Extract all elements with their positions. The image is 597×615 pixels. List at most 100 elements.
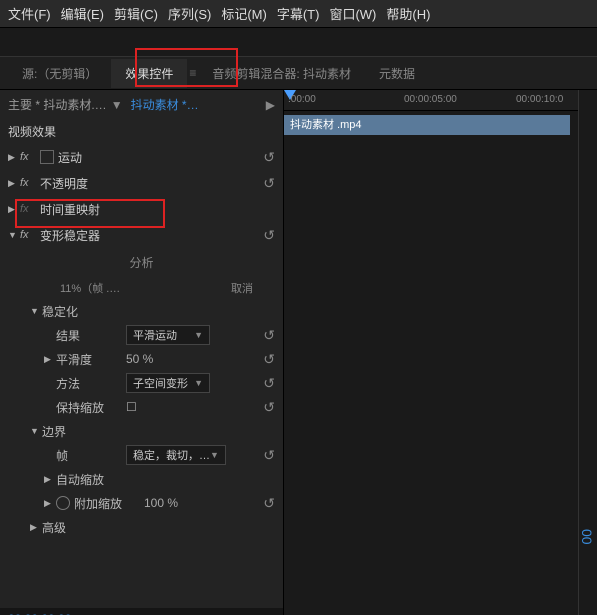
reset-icon[interactable]: ↺ <box>263 447 275 464</box>
cancel-button[interactable]: 取消 <box>231 280 253 296</box>
fx-badge: fx <box>20 177 40 189</box>
method-row: 方法 子空间变形▼ ↺ <box>0 371 283 395</box>
fx-warp-label: 变形稳定器 <box>40 227 263 244</box>
reset-icon[interactable]: ↺ <box>263 175 275 192</box>
tick-1: 00:00:05:00 <box>404 94 457 105</box>
stabilize-group[interactable]: ▼ 稳定化 <box>0 299 283 323</box>
tab-effect-controls[interactable]: 效果控件 <box>111 59 187 88</box>
advanced-group[interactable]: ▶ 高级 <box>0 515 283 539</box>
menu-edit[interactable]: 编辑(E) <box>61 4 104 23</box>
reset-icon[interactable]: ↺ <box>263 495 275 512</box>
fx-time-remap-row[interactable]: ▶ fx 时间重映射 <box>0 196 283 222</box>
stabilize-label: 稳定化 <box>42 303 112 320</box>
reset-icon[interactable]: ↺ <box>263 227 275 244</box>
frame-label: 帧 <box>56 447 126 464</box>
stopwatch-icon[interactable] <box>56 496 70 510</box>
expand-icon[interactable]: ▶ <box>30 522 42 533</box>
fx-badge: fx <box>20 203 40 215</box>
additional-scale-row: ▶ 附加缩放 100 % ↺ <box>0 491 283 515</box>
clip-area[interactable]: 抖动素材 .mp4 <box>284 111 578 615</box>
panel-tabs: 源:（无剪辑） 效果控件 ≡ 音频剪辑混合器: 抖动素材 元数据 <box>0 57 597 90</box>
source-header: 主要 * 抖动素材.… ▼ 抖动素材 *… ▶ <box>0 90 283 119</box>
reset-icon[interactable]: ↺ <box>263 375 275 392</box>
result-row: 结果 平滑运动▼ ↺ <box>0 323 283 347</box>
smoothness-row: ▶ 平滑度 50 % ↺ <box>0 347 283 371</box>
smoothness-label: 平滑度 <box>56 351 126 368</box>
side-label: 00 <box>579 529 595 545</box>
frame-dropdown[interactable]: 稳定，裁切，…▼ <box>126 445 263 465</box>
collapse-icon[interactable]: ▼ <box>30 306 42 316</box>
menu-file[interactable]: 文件(F) <box>8 4 51 23</box>
auto-scale-row[interactable]: ▶ 自动缩放 <box>0 467 283 491</box>
reset-icon[interactable]: ↺ <box>263 327 275 344</box>
method-dropdown[interactable]: 子空间变形▼ <box>126 373 263 393</box>
fx-motion-row[interactable]: ▶ fx 运动 ↺ <box>0 144 283 170</box>
reset-icon[interactable]: ↺ <box>263 399 275 416</box>
menu-subtitle[interactable]: 字幕(T) <box>277 4 320 23</box>
effect-controls-timeline: :00:00 00:00:05:00 00:00:10:0 抖动素材 .mp4 <box>284 90 578 615</box>
top-strip <box>0 28 597 57</box>
reset-icon[interactable]: ↺ <box>263 149 275 166</box>
reset-icon[interactable]: ↺ <box>263 351 275 368</box>
expand-icon[interactable]: ▶ <box>8 178 20 189</box>
preserve-scale-label: 保持缩放 <box>56 399 126 416</box>
tick-2: 00:00:10:0 <box>516 94 563 105</box>
method-label: 方法 <box>56 375 126 392</box>
video-effects-header: 视频效果 <box>0 119 283 144</box>
source-link[interactable]: 抖动素材 *… <box>131 96 199 113</box>
expand-icon[interactable]: ▶ <box>44 498 56 509</box>
expand-icon[interactable]: ▶ <box>44 474 56 485</box>
collapse-icon[interactable]: ▼ <box>30 426 42 436</box>
timeline-ruler[interactable]: :00:00 00:00:05:00 00:00:10:0 <box>284 90 578 111</box>
menu-sequence[interactable]: 序列(S) <box>168 4 211 23</box>
menu-help[interactable]: 帮助(H) <box>386 4 430 23</box>
collapse-icon[interactable]: ▼ <box>8 230 20 240</box>
preserve-scale-checkbox[interactable]: ☐ <box>126 400 263 414</box>
tab-source[interactable]: 源:（无剪辑） <box>8 59 111 88</box>
expand-icon[interactable]: ▶ <box>8 152 20 163</box>
menu-bar: 文件(F) 编辑(E) 剪辑(C) 序列(S) 标记(M) 字幕(T) 窗口(W… <box>0 0 597 28</box>
frame-row: 帧 稳定，裁切，…▼ ↺ <box>0 443 283 467</box>
play-icon[interactable]: ▶ <box>266 98 275 112</box>
result-label: 结果 <box>56 327 126 344</box>
expand-icon[interactable]: ▶ <box>44 354 56 365</box>
right-gutter: 00 <box>578 90 597 615</box>
chevron-down-icon: ▼ <box>194 378 203 388</box>
tick-0: :00:00 <box>288 94 316 105</box>
menu-window[interactable]: 窗口(W) <box>329 4 376 23</box>
analyze-button[interactable]: 分析 <box>119 252 163 273</box>
fx-time-remap-label: 时间重映射 <box>40 201 283 218</box>
fx-motion-label: 运动 <box>58 149 263 166</box>
border-label: 边界 <box>42 423 112 440</box>
border-group[interactable]: ▼ 边界 <box>0 419 283 443</box>
result-dropdown[interactable]: 平滑运动▼ <box>126 325 263 345</box>
smoothness-value[interactable]: 50 % <box>126 352 263 366</box>
effect-controls-left: 主要 * 抖动素材.… ▼ 抖动素材 *… ▶ 视频效果 ▶ fx 运动 ↺ ▶… <box>0 90 284 615</box>
menu-clip[interactable]: 剪辑(C) <box>114 4 158 23</box>
analyze-row: 分析 <box>0 248 283 277</box>
fx-badge: fx <box>20 151 40 163</box>
additional-scale-label: 附加缩放 <box>74 495 144 512</box>
dropdown-arrow-icon[interactable]: ▼ <box>111 98 123 112</box>
additional-scale-value[interactable]: 100 % <box>144 496 263 510</box>
fx-badge: fx <box>20 229 40 241</box>
fx-opacity-label: 不透明度 <box>40 175 263 192</box>
source-prefix: 主要 * 抖动素材.… <box>8 96 107 113</box>
expand-icon[interactable]: ▶ <box>8 204 20 215</box>
fx-opacity-row[interactable]: ▶ fx 不透明度 ↺ <box>0 170 283 196</box>
menu-marker[interactable]: 标记(M) <box>221 4 267 23</box>
tab-metadata[interactable]: 元数据 <box>365 59 429 88</box>
advanced-label: 高级 <box>42 519 112 536</box>
progress-text: 11%（帧 .… <box>60 280 231 296</box>
transform-icon[interactable] <box>40 150 54 164</box>
timecode-bar: 00:00:00:00 <box>0 608 283 615</box>
auto-scale-label: 自动缩放 <box>56 471 126 488</box>
clip-bar[interactable]: 抖动素材 .mp4 <box>284 115 570 135</box>
chevron-down-icon: ▼ <box>210 450 219 460</box>
chevron-down-icon: ▼ <box>194 330 203 340</box>
fx-warp-stabilizer-row[interactable]: ▼ fx 变形稳定器 ↺ <box>0 222 283 248</box>
preserve-scale-row: 保持缩放 ☐ ↺ <box>0 395 283 419</box>
panel-menu-icon[interactable]: ≡ <box>187 66 198 80</box>
effect-controls-body: 主要 * 抖动素材.… ▼ 抖动素材 *… ▶ 视频效果 ▶ fx 运动 ↺ ▶… <box>0 90 597 615</box>
tab-audio-mixer[interactable]: 音频剪辑混合器: 抖动素材 <box>198 59 365 88</box>
